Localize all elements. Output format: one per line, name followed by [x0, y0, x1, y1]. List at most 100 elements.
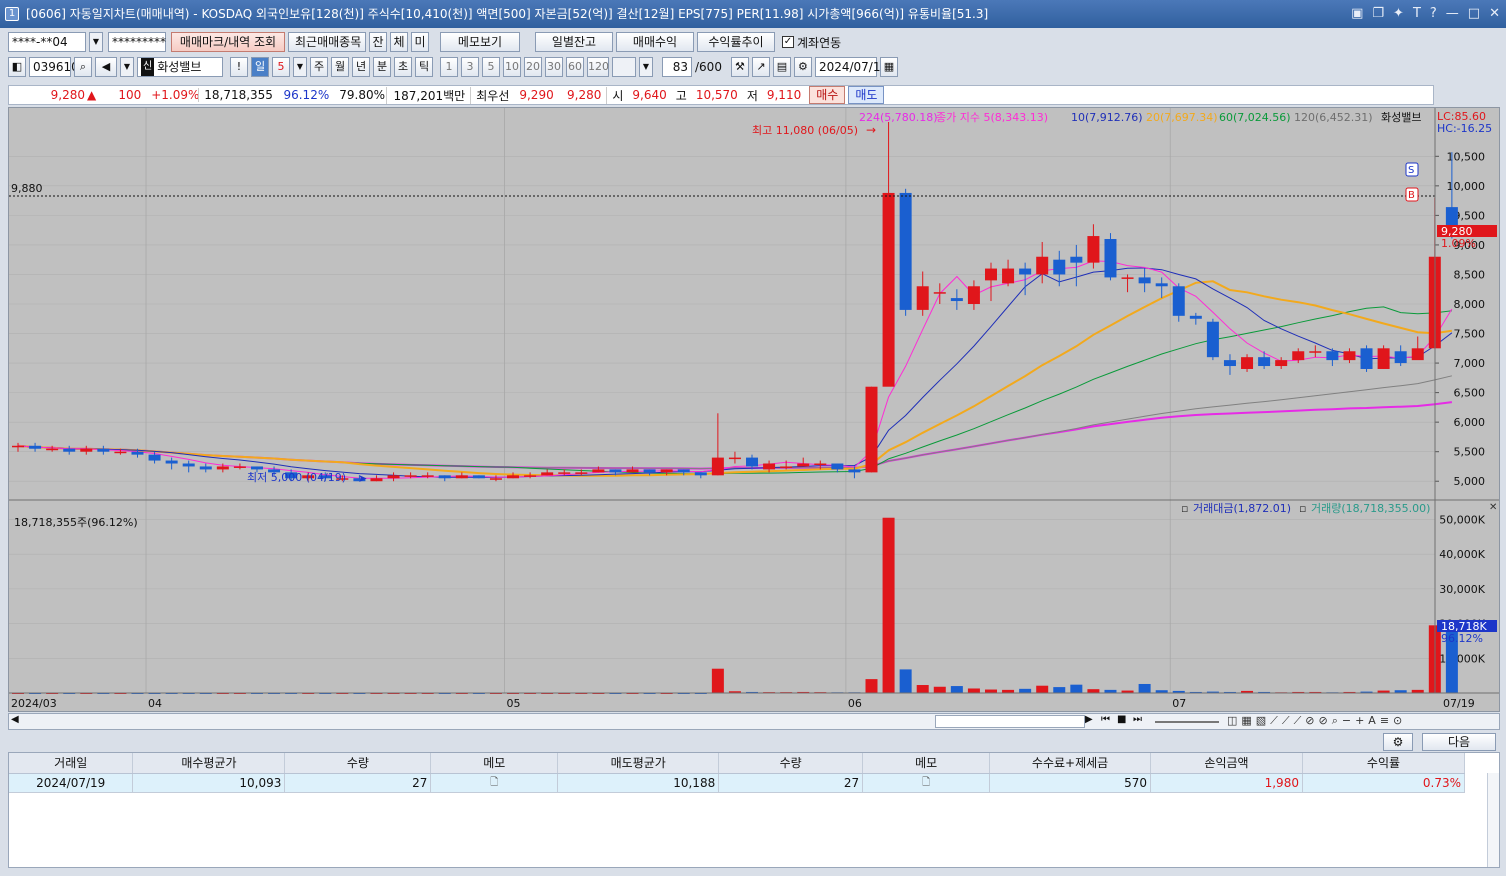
- buy-qty-cell[interactable]: 27: [284, 773, 432, 793]
- layout-toggle-icon[interactable]: ◧: [8, 57, 26, 77]
- stock-name-field[interactable]: 신 화성밸브: [137, 57, 223, 77]
- pin-icon[interactable]: ✦: [1393, 0, 1404, 28]
- tab-balance[interactable]: 잔: [369, 32, 387, 52]
- period-n-dropdown-icon[interactable]: ▼: [293, 57, 307, 77]
- col-sell-qty[interactable]: 수량: [718, 753, 864, 774]
- table-row[interactable]: 2024/07/19 10,093 27 🗋 10,188 27 🗋 570 1…: [9, 773, 1466, 793]
- col-memo-sell[interactable]: 메모: [862, 753, 991, 774]
- close-index-legend[interactable]: 종가 지수 5(8,343.13): [936, 111, 1048, 124]
- zoom-slider[interactable]: [1155, 721, 1219, 723]
- amount-legend[interactable]: 거래대금(1,872.01): [1193, 502, 1291, 515]
- date-input[interactable]: 2024/07/19: [814, 57, 888, 77]
- last-page-icon[interactable]: ⏭: [1133, 714, 1142, 725]
- col-memo-buy[interactable]: 메모: [430, 753, 559, 774]
- stock-code-input[interactable]: 039610: [29, 57, 79, 77]
- indicator-settings-icon[interactable]: ⚒: [730, 57, 749, 77]
- trade-date-cell[interactable]: 2024/07/19: [9, 773, 134, 793]
- memo-buy-cell[interactable]: 🗋: [430, 773, 559, 793]
- stop-icon[interactable]: ■: [1117, 714, 1126, 725]
- interval-dropdown-icon[interactable]: ▼: [639, 57, 653, 77]
- stock-info-button[interactable]: !: [230, 57, 248, 77]
- close-icon[interactable]: ✕: [1489, 0, 1500, 28]
- account-input[interactable]: ****-**04: [8, 32, 86, 52]
- fee-cell[interactable]: 570: [989, 773, 1152, 793]
- ma60-legend[interactable]: 60(7,024.56): [1219, 111, 1291, 124]
- save-icon[interactable]: ▤: [772, 57, 791, 77]
- account-dropdown-icon[interactable]: ▼: [89, 32, 103, 52]
- period-week-button[interactable]: 주: [310, 57, 328, 77]
- sound-dropdown-icon[interactable]: ▼: [120, 57, 134, 77]
- period-tick-button[interactable]: 틱: [415, 57, 433, 77]
- interval-3-button[interactable]: 3: [461, 57, 479, 77]
- gear-icon[interactable]: ⚙: [793, 57, 812, 77]
- help-icon[interactable]: ?: [1430, 0, 1437, 28]
- period-second-button[interactable]: 초: [394, 57, 412, 77]
- tab-executed[interactable]: 체: [390, 32, 408, 52]
- buy-button[interactable]: 매수: [809, 86, 846, 104]
- stock-chart[interactable]: 5,000 5,500 6,000 6,500 7,000 7,500 8,000 8,500…: [9, 108, 1499, 711]
- interval-120-button[interactable]: 120: [587, 57, 609, 77]
- minimize-icon[interactable]: —: [1446, 0, 1459, 28]
- tab-unexecuted[interactable]: 미: [411, 32, 429, 52]
- scroll-right-icon[interactable]: ▶: [1085, 714, 1093, 725]
- recent-trades-button[interactable]: 최근매매종목: [288, 32, 366, 52]
- password-input[interactable]: *********: [108, 32, 166, 52]
- interval-20-button[interactable]: 20: [524, 57, 542, 77]
- trade-marker-sell[interactable]: S: [1405, 162, 1419, 177]
- memo-view-button[interactable]: 메모보기: [440, 32, 520, 52]
- interval-5-button[interactable]: 5: [482, 57, 500, 77]
- sound-icon[interactable]: ◀: [95, 57, 117, 77]
- sell-qty-cell[interactable]: 27: [718, 773, 864, 793]
- table-scrollbar[interactable]: [1487, 773, 1499, 867]
- interval-60-button[interactable]: 60: [566, 57, 584, 77]
- maximize-icon[interactable]: □: [1468, 0, 1480, 28]
- trade-profit-button[interactable]: 매매수익: [616, 32, 694, 52]
- period-n-input[interactable]: 5: [272, 57, 290, 77]
- period-month-button[interactable]: 월: [331, 57, 349, 77]
- period-day-button[interactable]: 일: [251, 57, 269, 77]
- scroll-thumb[interactable]: [935, 715, 1085, 728]
- memo-sell-cell[interactable]: 🗋: [862, 773, 991, 793]
- next-button[interactable]: 다음: [1422, 733, 1496, 751]
- ma10-legend[interactable]: 10(7,912.76): [1071, 111, 1143, 124]
- col-buy-avg[interactable]: 매수평균가: [132, 753, 286, 774]
- data-count-input[interactable]: 83: [662, 57, 692, 77]
- daily-balance-button[interactable]: 일별잔고: [535, 32, 613, 52]
- calendar-icon[interactable]: ▦: [879, 57, 898, 77]
- interval-30-button[interactable]: 30: [545, 57, 563, 77]
- period-minute-button[interactable]: 분: [373, 57, 391, 77]
- drawing-tools[interactable]: ◫▦▧⟋⟋⟋⊘⊘⌕−+A≡⊙: [1227, 714, 1406, 728]
- sell-avg-cell[interactable]: 10,188: [557, 773, 720, 793]
- volume-legend[interactable]: 거래량(18,718,355.00): [1311, 502, 1430, 515]
- layout-icon[interactable]: ▣: [1351, 0, 1363, 28]
- first-page-icon[interactable]: ⏮: [1101, 714, 1110, 725]
- scroll-left-icon[interactable]: ◀: [11, 714, 19, 725]
- search-icon[interactable]: ⌕: [74, 57, 92, 77]
- return-cell[interactable]: 0.73%: [1302, 773, 1466, 793]
- settings-gear-button[interactable]: ⚙: [1383, 733, 1413, 751]
- copy-window-icon[interactable]: ❐: [1372, 0, 1384, 28]
- sell-button[interactable]: 매도: [848, 86, 885, 104]
- account-link-checkbox[interactable]: ✓: [782, 36, 794, 48]
- chart-scrollbar[interactable]: ◀ ▶ ⏮ ■ ⏭ ◫▦▧⟋⟋⟋⊘⊘⌕−+A≡⊙: [8, 713, 1500, 730]
- panel-close-icon[interactable]: ✕: [1489, 502, 1497, 513]
- col-trade-date[interactable]: 거래일: [9, 753, 134, 774]
- memo-icon[interactable]: 🗋: [490, 777, 498, 788]
- interval-custom-input[interactable]: [612, 57, 636, 77]
- stock-legend[interactable]: 화성밸브: [1381, 111, 1421, 124]
- memo-icon[interactable]: 🗋: [922, 777, 930, 788]
- interval-1-button[interactable]: 1: [440, 57, 458, 77]
- ma120-legend[interactable]: 120(6,452.31): [1294, 111, 1373, 124]
- draw-tool-icon[interactable]: ↗: [751, 57, 770, 77]
- trade-mark-query-button[interactable]: 매매마크/내역 조회: [171, 32, 285, 52]
- font-icon[interactable]: T: [1413, 0, 1421, 28]
- profit-trend-button[interactable]: 수익률추이: [697, 32, 775, 52]
- trade-marker-buy[interactable]: B: [1405, 187, 1419, 202]
- col-fee-tax[interactable]: 수수료+제세금: [989, 753, 1152, 774]
- col-return[interactable]: 수익률: [1302, 753, 1466, 774]
- ma20-legend[interactable]: 20(7,697.34): [1146, 111, 1218, 124]
- pnl-cell[interactable]: 1,980: [1150, 773, 1303, 793]
- col-buy-qty[interactable]: 수량: [284, 753, 432, 774]
- chart-area[interactable]: 5,000 5,500 6,000 6,500 7,000 7,500 8,000 8,500…: [8, 107, 1500, 712]
- period-year-button[interactable]: 년: [352, 57, 370, 77]
